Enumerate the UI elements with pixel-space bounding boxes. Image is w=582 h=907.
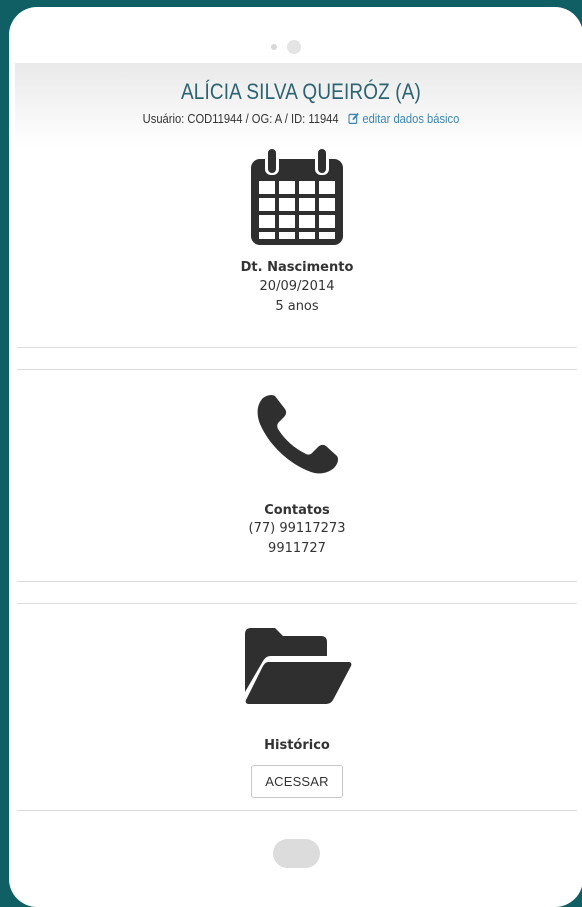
contacts-label: Contatos bbox=[264, 503, 330, 518]
patient-info: Usuário: COD11944 / OG: A / ID: 11944 ed… bbox=[55, 111, 547, 126]
birth-section: Dt. Nascimento 20/09/2014 5 anos bbox=[17, 147, 577, 347]
patient-header: ALÍCIA SILVA QUEIRÓZ (A) Usuário: COD119… bbox=[15, 63, 582, 147]
contacts-section: Contatos (77) 99117273 9911727 bbox=[17, 370, 577, 580]
history-section: Histórico ACESSAR bbox=[17, 604, 577, 814]
sensor-dot bbox=[271, 44, 277, 50]
edit-link-label: editar dados básico bbox=[362, 111, 460, 126]
phone-primary: (77) 99117273 bbox=[248, 521, 346, 536]
edit-icon bbox=[348, 112, 360, 125]
access-history-button[interactable]: ACESSAR bbox=[251, 765, 343, 798]
edit-basic-data-link[interactable]: editar dados básico bbox=[348, 111, 460, 126]
divider bbox=[17, 347, 577, 348]
patient-name: ALÍCIA SILVA QUEIRÓZ (A) bbox=[181, 79, 421, 104]
calendar-icon bbox=[251, 147, 343, 245]
camera bbox=[271, 40, 301, 54]
divider bbox=[17, 581, 577, 582]
device-frame: ALÍCIA SILVA QUEIRÓZ (A) Usuário: COD119… bbox=[9, 7, 582, 907]
home-button[interactable] bbox=[273, 839, 320, 868]
patient-ids: Usuário: COD11944 / OG: A / ID: 11944 bbox=[142, 111, 339, 126]
history-label: Histórico bbox=[264, 738, 330, 753]
age: 5 anos bbox=[275, 299, 319, 314]
birth-label: Dt. Nascimento bbox=[240, 260, 354, 275]
divider bbox=[17, 810, 577, 811]
birth-date: 20/09/2014 bbox=[259, 279, 335, 294]
phone-icon bbox=[257, 394, 338, 474]
camera-lens bbox=[287, 40, 301, 54]
folder-open-icon bbox=[245, 628, 352, 704]
phone-secondary: 9911727 bbox=[268, 541, 326, 556]
